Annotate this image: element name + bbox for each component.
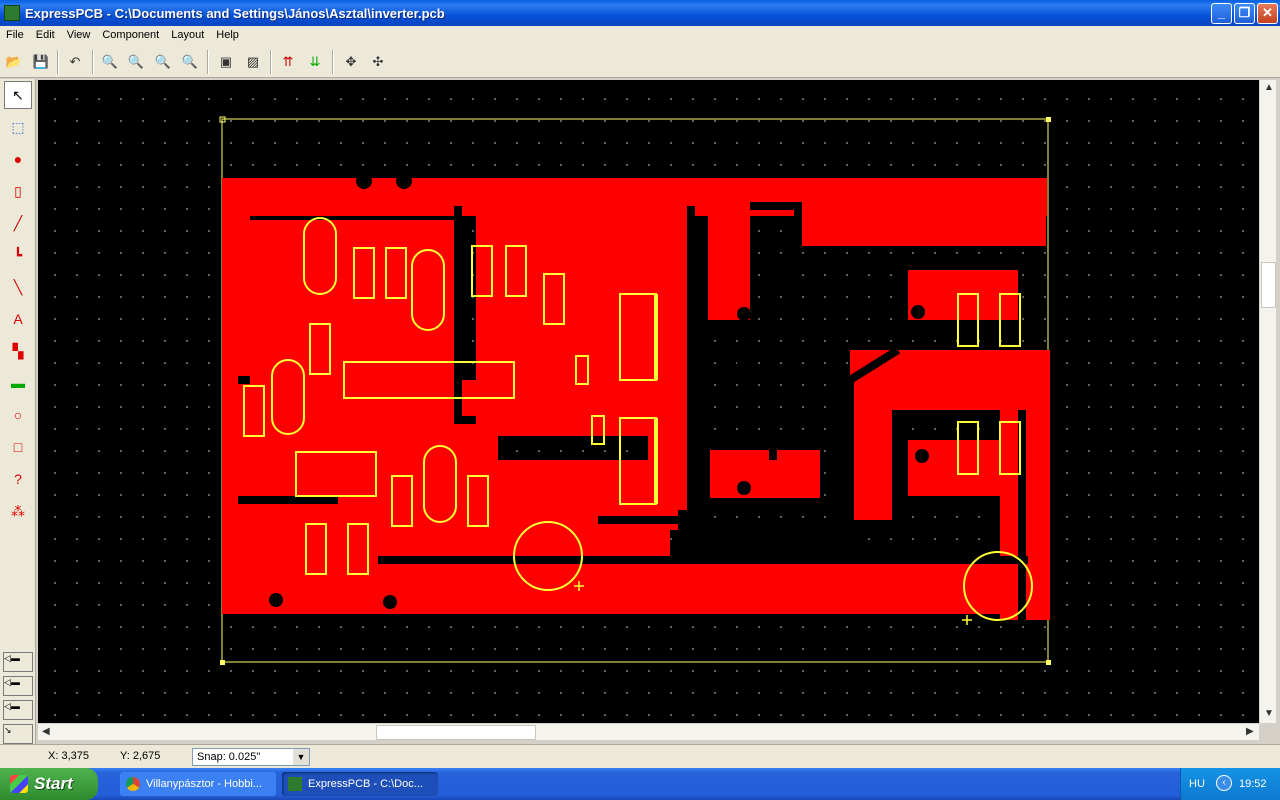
menu-bar: File Edit View Component Layout Help xyxy=(0,26,1280,44)
close-button[interactable]: ✕ xyxy=(1257,3,1278,24)
chevron-down-icon[interactable]: ▼ xyxy=(293,749,309,765)
taskbar-item-label: ExpressPCB - C:\Doc... xyxy=(308,778,423,790)
text-icon[interactable]: A xyxy=(4,305,32,333)
save-icon[interactable]: 💾 xyxy=(29,50,53,74)
x-coordinate: X: 3,375 xyxy=(48,750,89,762)
system-tray: HU ‹ 19:52 xyxy=(1180,768,1280,800)
bottom-layer-icon[interactable]: ⇊ xyxy=(303,50,327,74)
language-indicator[interactable]: HU xyxy=(1189,778,1205,790)
title-bar: ExpressPCB - C:\Documents and Settings\J… xyxy=(0,0,1280,26)
expresspcb-app-icon xyxy=(4,5,20,21)
menu-component[interactable]: Component xyxy=(96,29,165,41)
taskbar-item-label: Villanypásztor - Hobbi... xyxy=(146,778,262,790)
toolbar-separator xyxy=(207,50,209,74)
start-button[interactable]: Start xyxy=(0,768,98,800)
taskbar-item-expresspcb[interactable]: ExpressPCB - C:\Doc... xyxy=(282,772,438,796)
properties-icon[interactable]: ▣ xyxy=(214,50,238,74)
zoom-out-icon[interactable]: 🔍 xyxy=(124,50,148,74)
taskbar-item-browser[interactable]: Villanypásztor - Hobbi... xyxy=(120,772,276,796)
zoom-actual-icon[interactable]: 🔍 xyxy=(178,50,202,74)
toolbar-separator xyxy=(332,50,334,74)
trace-corner-icon[interactable]: ┗ xyxy=(4,241,32,269)
vertical-scroll-thumb[interactable] xyxy=(1261,262,1276,308)
zoom-fit-icon[interactable]: 🔍 xyxy=(151,50,175,74)
scroll-up-icon[interactable]: ▲ xyxy=(1264,82,1274,93)
circle-icon[interactable]: ○ xyxy=(4,401,32,429)
zoom-in-icon[interactable]: 🔍 xyxy=(98,50,122,74)
outline-corner-handle[interactable] xyxy=(220,660,225,665)
filled-plane-icon[interactable]: ▚ xyxy=(4,337,32,365)
netlist-icon[interactable]: ⁂ xyxy=(4,497,32,525)
clock: 19:52 xyxy=(1239,778,1267,790)
trace-bend-icon[interactable]: ╲ xyxy=(4,273,32,301)
scroll-left-icon[interactable]: ◀ xyxy=(42,726,50,737)
top-layer-icon[interactable]: ⇈ xyxy=(276,50,300,74)
expresspcb-icon xyxy=(288,777,302,791)
menu-edit[interactable]: Edit xyxy=(30,29,61,41)
trace-icon[interactable]: ╱ xyxy=(4,209,32,237)
place-pad-icon[interactable]: ● xyxy=(4,145,32,173)
minimize-button[interactable]: _ xyxy=(1211,3,1232,24)
menu-layout[interactable]: Layout xyxy=(165,29,210,41)
main-toolbar: 📂 💾 ↶ 🔍 🔍 🔍 🔍 ▣ ▨ ⇈ ⇊ ✥ ✣ xyxy=(0,44,1280,78)
help-pointer-icon[interactable]: ? xyxy=(4,465,32,493)
y-coordinate: Y: 2,675 xyxy=(120,750,161,762)
pcb-canvas[interactable] xyxy=(38,80,1259,723)
scroll-right-icon[interactable]: ▶ xyxy=(1246,726,1254,737)
layer-silk-toggle-icon[interactable]: ◁▬ xyxy=(3,700,33,720)
undo-icon[interactable]: ↶ xyxy=(63,50,87,74)
open-folder-icon[interactable]: 📂 xyxy=(2,50,26,74)
layer-top-toggle-icon[interactable]: ◁▬ xyxy=(3,652,33,672)
move-all-icon[interactable]: ✣ xyxy=(366,50,390,74)
start-label: Start xyxy=(34,774,73,793)
maximize-button[interactable]: ❐ xyxy=(1234,3,1255,24)
tool-palette: ↖ ⬚ ● ▯ ╱ ┗ ╲ A ▚ ▬ ○ □ ? ⁂ ◁▬ ◁▬ ◁▬ ↘ xyxy=(0,79,36,744)
toolbar-separator xyxy=(57,50,59,74)
component-properties-icon[interactable]: ▨ xyxy=(241,50,265,74)
component-select-icon[interactable]: ⬚ xyxy=(4,113,32,141)
toolbar-separator xyxy=(92,50,94,74)
toolbar-separator xyxy=(270,50,272,74)
menu-help[interactable]: Help xyxy=(210,29,245,41)
move-icon[interactable]: ✥ xyxy=(339,50,363,74)
horizontal-scrollbar[interactable]: ◀ ▶ xyxy=(38,723,1259,740)
status-bar: X: 3,375 Y: 2,675 Snap: 0.025" ▼ xyxy=(0,744,1280,768)
windows-taskbar: Start Villanypásztor - Hobbi... ExpressP… xyxy=(0,768,1280,800)
chevron-left-icon[interactable]: ‹ xyxy=(1216,775,1232,791)
pcb-layout-drawing xyxy=(219,116,1051,665)
vertical-scrollbar[interactable]: ▲ ▼ xyxy=(1259,80,1276,723)
scroll-down-icon[interactable]: ▼ xyxy=(1264,708,1274,719)
menu-view[interactable]: View xyxy=(61,29,97,41)
layer-bottom-toggle-icon[interactable]: ◁▬ xyxy=(3,676,33,696)
windows-logo-icon xyxy=(10,775,28,793)
menu-file[interactable]: File xyxy=(0,29,30,41)
layer-ratsnest-toggle-icon[interactable]: ↘ xyxy=(3,724,33,744)
place-component-icon[interactable]: ▯ xyxy=(4,177,32,205)
snap-value: Snap: 0.025" xyxy=(197,751,261,763)
window-title: ExpressPCB - C:\Documents and Settings\J… xyxy=(25,5,445,21)
ground-plane-icon[interactable]: ▬ xyxy=(4,369,32,397)
outline-corner-handle[interactable] xyxy=(1046,660,1051,665)
chrome-icon xyxy=(126,777,140,791)
board-outline-icon[interactable]: □ xyxy=(4,433,32,461)
select-arrow-icon[interactable]: ↖ xyxy=(4,81,32,109)
horizontal-scroll-thumb[interactable] xyxy=(376,725,536,740)
outline-corner-handle[interactable] xyxy=(1046,117,1051,122)
snap-select[interactable]: Snap: 0.025" ▼ xyxy=(192,748,310,766)
